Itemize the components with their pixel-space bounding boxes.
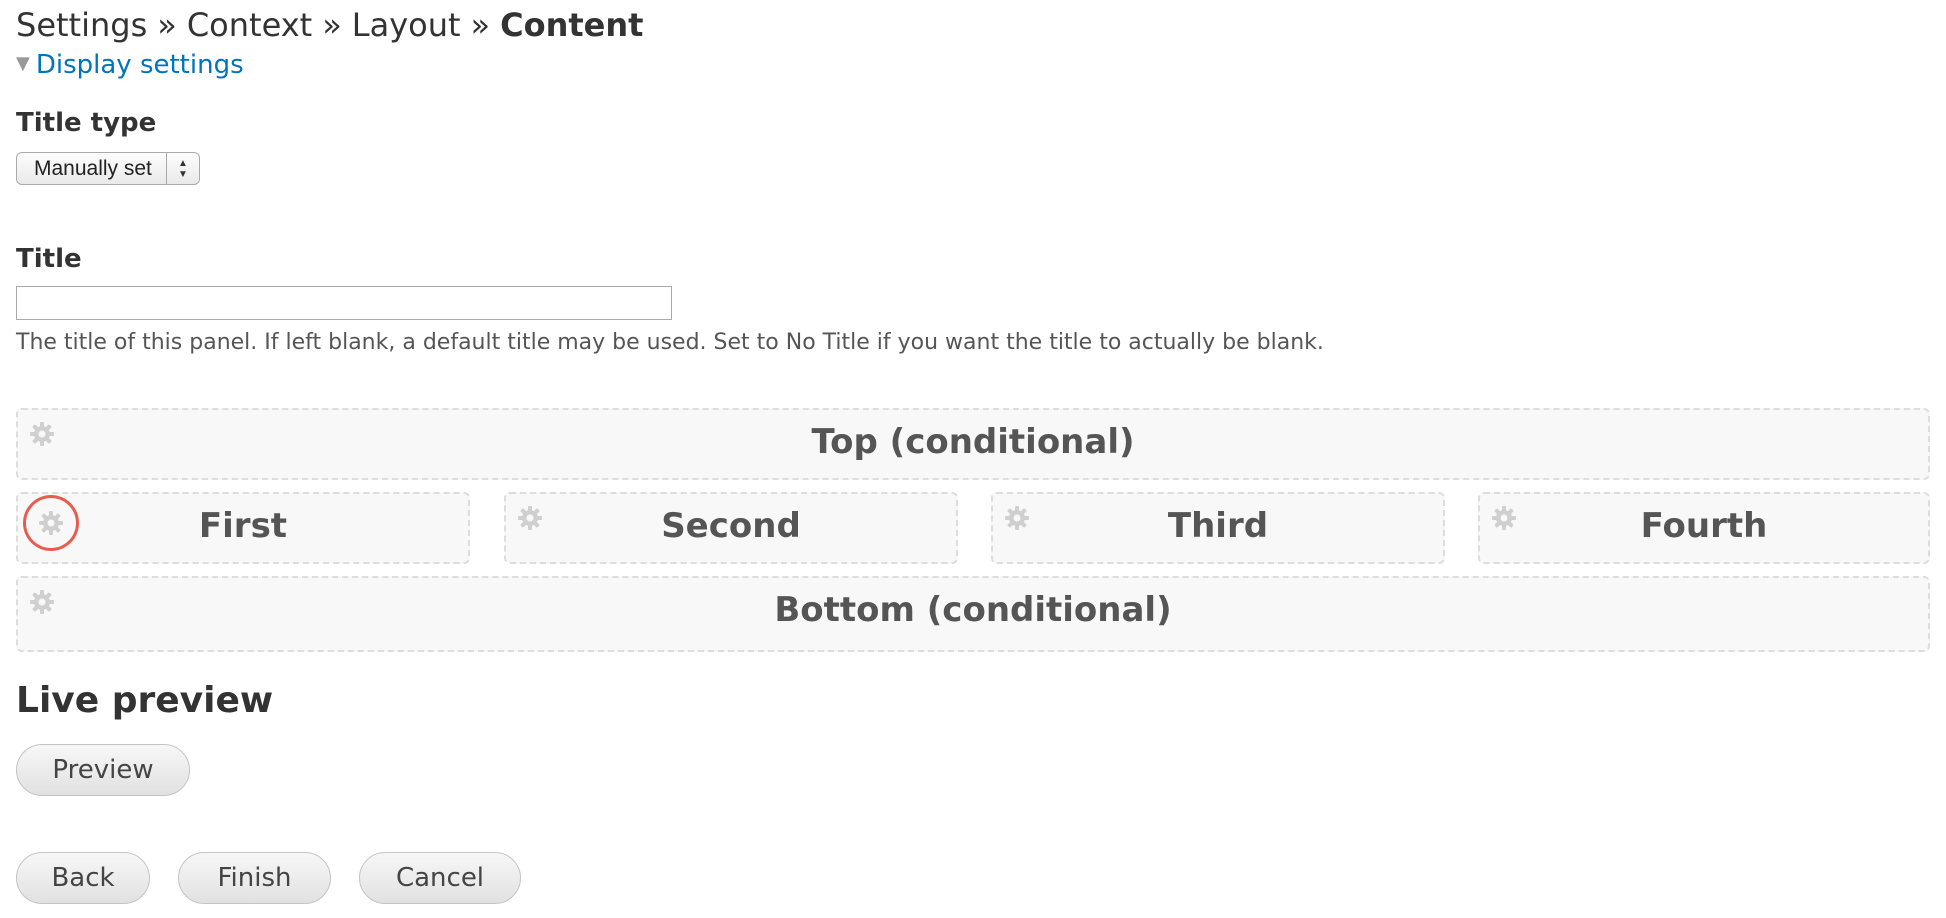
cancel-button[interactable]: Cancel — [359, 852, 521, 904]
region-title: Fourth — [1640, 506, 1768, 546]
title-type-label: Title type — [16, 108, 157, 138]
region-title: Second — [661, 506, 801, 546]
display-settings-link[interactable]: Display settings — [36, 50, 244, 80]
region-title: First — [198, 506, 288, 546]
region-fourth: Fourth — [1478, 492, 1930, 564]
back-button[interactable]: Back — [16, 852, 150, 904]
breadcrumb: Settings» Context» Layout» Content — [16, 6, 643, 44]
breadcrumb-current: Content — [500, 6, 644, 44]
region-third: Third — [991, 492, 1445, 564]
display-settings-toggle[interactable]: ▼ Display settings — [16, 50, 244, 80]
breadcrumb-item-context[interactable]: Context — [187, 6, 312, 44]
breadcrumb-separator: » — [470, 6, 491, 44]
breadcrumb-item-settings[interactable]: Settings — [16, 6, 147, 44]
title-type-select[interactable]: Manually set ▲ ▼ — [16, 152, 200, 185]
title-input[interactable] — [16, 286, 672, 320]
region-first: First — [16, 492, 470, 564]
select-arrows-icon: ▲ ▼ — [166, 153, 199, 184]
title-label: Title — [16, 244, 82, 274]
region-bottom: Bottom (conditional) — [16, 576, 1930, 652]
breadcrumb-item-layout[interactable]: Layout — [352, 6, 461, 44]
region-title: Third — [1167, 506, 1269, 546]
region-top: Top (conditional) — [16, 408, 1930, 480]
region-title: Top (conditional) — [811, 422, 1135, 462]
breadcrumb-separator: » — [157, 6, 177, 44]
region-title: Bottom (conditional) — [774, 590, 1172, 630]
title-description: The title of this panel. If left blank, … — [16, 330, 1324, 355]
triangle-down-icon: ▼ — [16, 53, 30, 74]
finish-button[interactable]: Finish — [178, 852, 331, 904]
title-type-selected-value: Manually set — [34, 156, 152, 180]
breadcrumb-separator: » — [322, 6, 342, 44]
live-preview-heading: Live preview — [16, 680, 274, 721]
region-second: Second — [504, 492, 958, 564]
preview-button[interactable]: Preview — [16, 744, 190, 796]
